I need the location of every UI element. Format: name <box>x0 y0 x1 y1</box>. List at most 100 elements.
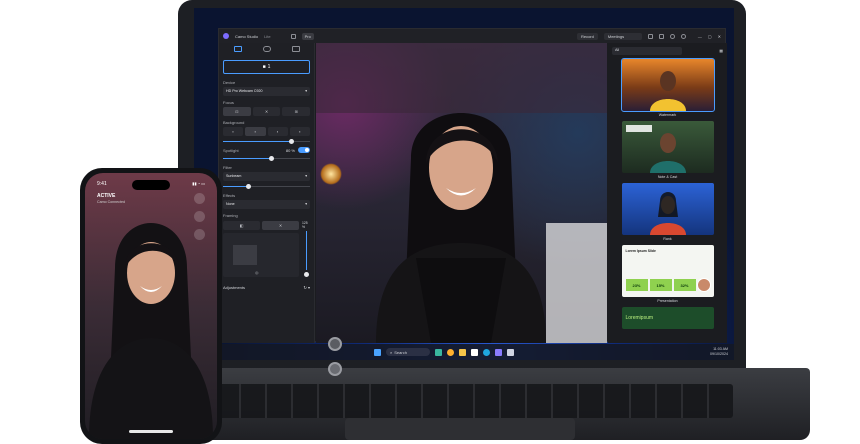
file-explorer-icon[interactable] <box>459 348 466 356</box>
presenter-avatar <box>696 278 711 292</box>
tab-overlays[interactable] <box>291 46 300 52</box>
main-video-preview <box>316 43 607 343</box>
scene-thumb-rank[interactable] <box>621 183 714 235</box>
filter-value: Sunbeam <box>226 174 242 178</box>
floating-camera-button[interactable] <box>328 337 342 351</box>
windows-taskbar: ⌕ Search 11:03 AM 09/10/2024 <box>194 344 734 360</box>
phone-flip-camera-button[interactable] <box>194 229 205 240</box>
laptop-keyboard <box>215 384 733 418</box>
camo-taskbar-icon[interactable] <box>495 348 502 356</box>
camo-studio-window: Camo Studio Lite Pro Record Meetings — ▢… <box>218 28 727 343</box>
settings-panel: ■ 1 Device HD Pro Webcam C920 ▾ Focus ⊡ … <box>219 43 315 343</box>
focus-auto-button[interactable]: ⊡ <box>223 107 251 116</box>
framing-crop-icon[interactable]: ◎ <box>255 270 259 275</box>
focus-manual-button[interactable]: ⊞ <box>282 107 311 116</box>
slide-stat: 32% <box>673 279 696 291</box>
spotlight-slider[interactable] <box>223 156 310 161</box>
taskbar-clock[interactable]: 11:03 AM 09/10/2024 <box>710 347 728 357</box>
filter-slider[interactable] <box>223 184 310 189</box>
laptop-screen: Camo Studio Lite Pro Record Meetings — ▢… <box>194 8 734 360</box>
framing-auto-button[interactable]: ◧ <box>223 221 260 230</box>
help-icon[interactable] <box>669 33 675 39</box>
framing-center-button[interactable]: ✕ <box>262 221 299 230</box>
background-blur-button[interactable]: ▪ <box>245 127 266 136</box>
framing-label: Framing <box>223 213 238 218</box>
background-label: Background <box>223 120 245 125</box>
background-none-button[interactable]: ▪ <box>223 127 244 136</box>
spotlight-label: Spotlight <box>223 147 239 153</box>
scene-caption: Watermark <box>658 113 677 117</box>
record-button[interactable]: Record <box>576 32 598 40</box>
scene-thumb-note-cast[interactable] <box>621 121 714 173</box>
focus-options: ⊡ ✕ ⊞ <box>223 107 311 116</box>
background-replace-button[interactable]: ▪ <box>267 127 288 136</box>
scene-thumb-presentation[interactable]: Lorem Ipsum Slide 23% 15% 32% <box>621 245 714 297</box>
framing-preview[interactable]: ◎ <box>223 233 299 277</box>
camera-number: 1 <box>267 64 271 70</box>
device-select[interactable]: HD Pro Webcam C920 ▾ <box>223 87 310 96</box>
floating-settings-button[interactable] <box>328 362 342 376</box>
start-menu-icon[interactable] <box>374 348 381 356</box>
phone-menu-button[interactable] <box>194 193 205 204</box>
title-bar: Camo Studio Lite Pro Record Meetings — ▢… <box>219 29 725 43</box>
zoom-slider[interactable]: 125 % <box>302 221 310 277</box>
laptop-trackpad <box>345 418 575 440</box>
app-icon[interactable] <box>471 348 478 356</box>
home-indicator <box>129 430 173 433</box>
device-label: Device <box>223 80 236 85</box>
rank-preview-image <box>649 192 686 235</box>
slide-stat: 23% <box>625 279 648 291</box>
panel-tabs <box>223 46 310 56</box>
framing-controls: ◧ ✕ ◎ 125 % <box>223 221 310 277</box>
scene-previews: All ▦ Watermark Note & Cast Rank Lorem I… <box>608 43 727 343</box>
background-image-button[interactable]: ▪ <box>289 127 310 136</box>
camera-select-button[interactable]: ■ 1 <box>223 60 310 74</box>
spotlight-row: Spotlight 80 % <box>223 147 310 153</box>
scene-caption: Presentation <box>657 299 678 303</box>
widgets-icon[interactable] <box>435 348 442 356</box>
adjustments-row[interactable]: Adjustments ↻ ▾ <box>223 285 310 290</box>
spotlight-toggle[interactable] <box>298 147 310 153</box>
zoom-knob[interactable] <box>303 272 309 277</box>
scene-filter-select[interactable]: All <box>612 46 682 55</box>
layout-icon[interactable] <box>290 33 296 39</box>
effects-select[interactable]: None ▾ <box>223 200 310 209</box>
effects-value: None <box>226 202 235 206</box>
gear-icon[interactable] <box>680 33 686 39</box>
focus-label: Focus <box>223 100 234 105</box>
scene-thumb-watermark[interactable] <box>620 58 715 112</box>
note-cast-preview-image <box>625 125 686 173</box>
filter-select[interactable]: Sunbeam ▾ <box>223 172 310 181</box>
taskbar-search[interactable]: ⌕ Search <box>386 348 430 356</box>
focus-face-button[interactable]: ✕ <box>252 107 281 116</box>
slide-stat: 15% <box>649 279 672 291</box>
grid-icon[interactable] <box>658 33 664 39</box>
reset-icon[interactable]: ↻ ▾ <box>304 285 310 290</box>
effects-label: Effects <box>223 193 236 198</box>
app-logo-icon <box>223 33 229 39</box>
chevron-down-icon: ▾ <box>305 174 307 178</box>
minimize-button[interactable]: — <box>698 34 702 39</box>
close-button[interactable]: ✕ <box>718 34 721 39</box>
tab-camera[interactable] <box>233 46 242 52</box>
phone-time: 9:41 <box>97 181 107 187</box>
grid-view-icon[interactable]: ▦ <box>719 48 723 53</box>
phone-status-icons: ▮▮ ◔ ▭ <box>192 181 205 186</box>
background-slider[interactable] <box>223 139 310 144</box>
scene-caption: Rank <box>663 237 672 241</box>
browser-icon[interactable] <box>447 348 454 356</box>
watermark-preview-image <box>649 71 686 111</box>
meetings-dropdown[interactable]: Meetings <box>603 32 642 40</box>
tab-microphone[interactable] <box>262 46 271 52</box>
chevron-down-icon: ▾ <box>305 89 307 93</box>
phone-subtitle: Camo Connected <box>97 200 125 204</box>
maximize-button[interactable]: ▢ <box>708 34 712 39</box>
edge-icon[interactable] <box>483 348 490 356</box>
search-placeholder: Search <box>394 349 407 355</box>
presenter-video <box>316 43 607 343</box>
phone-settings-button[interactable] <box>194 211 205 222</box>
camera-settings-icon[interactable] <box>647 33 653 39</box>
store-icon[interactable] <box>507 348 514 356</box>
scene-thumb-lower-third[interactable]: Loremipsum <box>621 307 714 329</box>
pro-badge[interactable]: Pro <box>301 32 314 40</box>
